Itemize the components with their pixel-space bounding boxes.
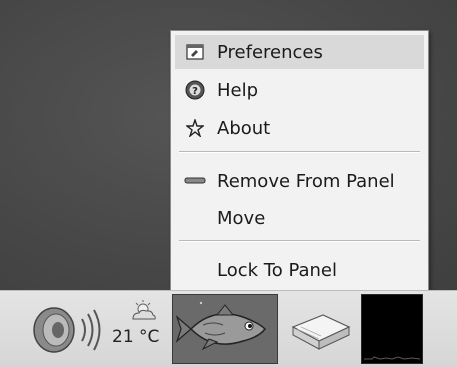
menu-item-label: About (217, 117, 271, 139)
menu-item-preferences[interactable]: Preferences (175, 35, 424, 69)
menu-item-lock-to-panel[interactable]: Lock To Panel (175, 253, 424, 287)
menu-item-about[interactable]: About (175, 111, 424, 145)
preferences-icon (181, 35, 209, 69)
help-icon: ? (181, 73, 209, 107)
speaker-icon[interactable] (30, 305, 110, 355)
temperature-label[interactable]: 21 °C (112, 327, 159, 347)
menu-item-label: Lock To Panel (217, 259, 337, 281)
system-monitor-icon[interactable] (361, 294, 423, 364)
fish-icon[interactable] (172, 294, 278, 364)
svg-text:?: ? (192, 86, 198, 97)
partly-cloudy-icon[interactable] (128, 299, 158, 323)
menu-item-move[interactable]: Move (175, 201, 424, 235)
context-menu: Preferences ? Help About Remove From Pan… (170, 30, 429, 292)
about-icon (181, 111, 209, 145)
menu-item-label: Preferences (217, 41, 323, 63)
menu-item-label: Move (217, 207, 266, 229)
menu-item-label: Remove From Panel (217, 170, 395, 192)
menu-item-help[interactable]: ? Help (175, 73, 424, 107)
menu-item-remove-from-panel[interactable]: Remove From Panel (175, 164, 424, 198)
sticky-notes-icon[interactable] (287, 309, 353, 353)
menu-separator (179, 151, 420, 153)
bottom-panel: 21 °C (0, 290, 457, 367)
menu-separator (179, 240, 420, 242)
menu-item-label: Help (217, 79, 259, 101)
remove-icon (181, 164, 209, 198)
